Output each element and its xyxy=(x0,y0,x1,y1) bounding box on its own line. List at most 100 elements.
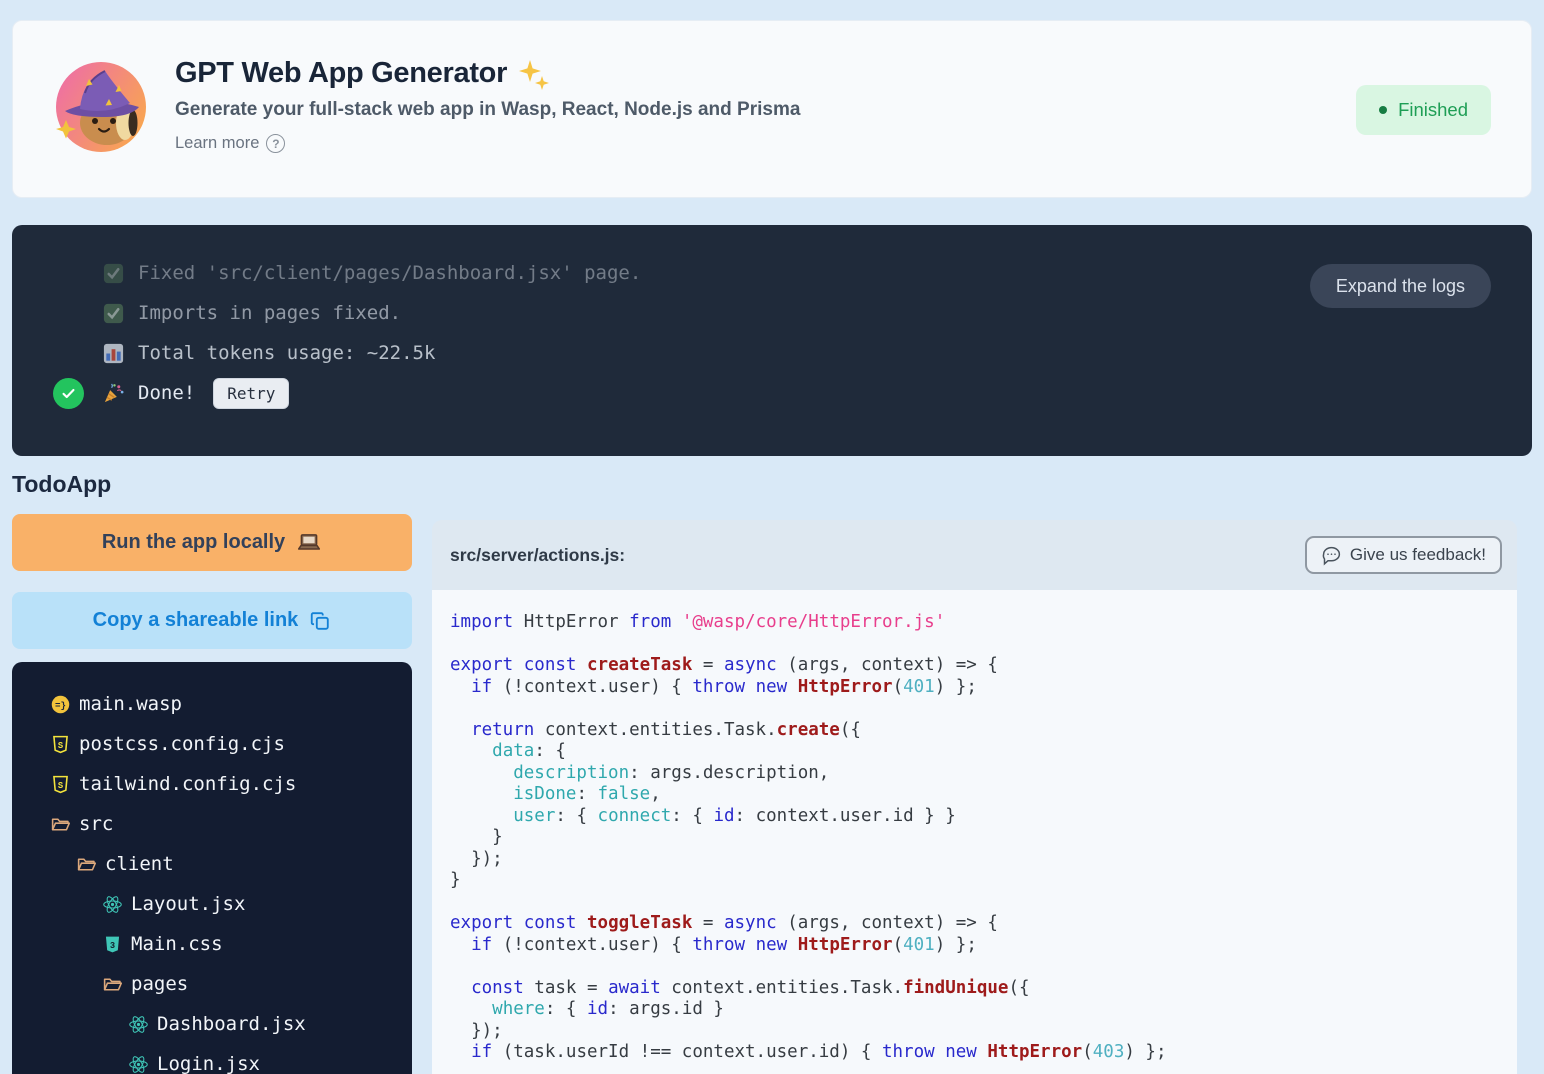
code-line xyxy=(450,956,1517,978)
header-text: GPT Web App Generator Generate your full… xyxy=(175,57,800,153)
svg-text:3: 3 xyxy=(109,941,114,951)
check-square-icon xyxy=(100,300,126,326)
check-square-icon xyxy=(100,260,126,286)
speech-bubble-icon xyxy=(1321,545,1342,566)
learn-more-label: Learn more xyxy=(175,134,259,153)
code-line: }); xyxy=(450,849,1517,871)
code-line: where: { id: args.id } xyxy=(450,999,1517,1021)
sparkles-icon xyxy=(517,58,549,90)
file-tree: =}main.waspSpostcss.config.cjsStailwind.… xyxy=(12,662,412,1074)
code-line: data: { xyxy=(450,741,1517,763)
run-app-locally-button[interactable]: Run the app locally xyxy=(12,514,412,571)
code-line: export const toggleTask = async (args, c… xyxy=(450,913,1517,935)
left-column: Run the app locally Copy a shareable lin… xyxy=(12,514,412,1074)
tree-item-login-jsx[interactable]: Login.jsx xyxy=(12,1044,412,1074)
log-line: Total tokens usage: ~22.5k xyxy=(53,333,1532,373)
tree-item-postcss-config-cjs[interactable]: Spostcss.config.cjs xyxy=(12,724,412,764)
tree-item-label: Layout.jsx xyxy=(131,893,245,915)
file-path-label: src/server/actions.js: xyxy=(450,545,625,566)
status-dot-icon xyxy=(1379,106,1387,114)
log-text: Done! xyxy=(138,382,195,404)
app-name: TodoApp xyxy=(12,471,1532,498)
code-line: user: { connect: { id: context.user.id }… xyxy=(450,806,1517,828)
code-line: }); xyxy=(450,1021,1517,1043)
wasp-mascot-logo xyxy=(53,59,149,155)
feedback-button[interactable]: Give us feedback! xyxy=(1305,536,1502,574)
code-line: isDone: false, xyxy=(450,784,1517,806)
party-popper-icon xyxy=(100,380,126,406)
code-line: export const createTask = async (args, c… xyxy=(450,655,1517,677)
react-icon xyxy=(126,1052,150,1074)
code-line: if (!context.user) { throw new HttpError… xyxy=(450,677,1517,699)
copy-shareable-link-label: Copy a shareable link xyxy=(93,609,299,632)
code-line xyxy=(450,698,1517,720)
status-badge: Finished xyxy=(1356,85,1491,135)
learn-more-link[interactable]: Learn more ? xyxy=(175,134,285,153)
page: GPT Web App Generator Generate your full… xyxy=(0,0,1544,1074)
status-badge-label: Finished xyxy=(1398,99,1468,121)
tree-item-label: Login.jsx xyxy=(157,1053,260,1074)
page-title: GPT Web App Generator xyxy=(175,57,507,90)
log-lines: Fixed 'src/client/pages/Dashboard.jsx' p… xyxy=(53,253,1532,413)
expand-logs-button[interactable]: Expand the logs xyxy=(1310,264,1491,308)
tree-item-label: src xyxy=(79,813,113,835)
log-line: Imports in pages fixed. xyxy=(53,293,1532,333)
log-text: Total tokens usage: ~22.5k xyxy=(138,342,435,364)
copy-icon xyxy=(309,610,331,632)
help-icon: ? xyxy=(266,134,285,153)
code-line xyxy=(450,892,1517,914)
svg-text:S: S xyxy=(57,741,62,751)
tree-item-label: client xyxy=(105,853,174,875)
tree-item-main-wasp[interactable]: =} main.wasp xyxy=(12,684,412,724)
code-line: if (task.userId !== context.user.id) { t… xyxy=(450,1042,1517,1064)
tree-item-label: Main.css xyxy=(131,933,223,955)
wasp-icon: =} xyxy=(48,692,72,716)
react-icon xyxy=(126,1012,150,1036)
success-check-icon xyxy=(53,378,84,409)
log-text: Fixed 'src/client/pages/Dashboard.jsx' p… xyxy=(138,262,641,284)
code-line: description: args.description, xyxy=(450,763,1517,785)
code-panel: src/server/actions.js: Give us feedback!… xyxy=(432,520,1517,1074)
tree-item-label: postcss.config.cjs xyxy=(79,733,285,755)
folder-icon xyxy=(100,972,124,996)
tree-item-pages[interactable]: pages xyxy=(12,964,412,1004)
code-line: } xyxy=(450,870,1517,892)
svg-text:=}: =} xyxy=(54,700,65,711)
react-icon xyxy=(100,892,124,916)
log-line-gutter xyxy=(53,378,100,409)
run-app-locally-label: Run the app locally xyxy=(102,531,285,554)
svg-text:S: S xyxy=(57,781,62,791)
code-line: return context.entities.Task.create({ xyxy=(450,720,1517,742)
cssfile-icon: 3 xyxy=(100,932,124,956)
jsfile-icon: S xyxy=(48,772,72,796)
code-line xyxy=(450,634,1517,656)
code-line: const task = await context.entities.Task… xyxy=(450,978,1517,1000)
tree-item-dashboard-jsx[interactable]: Dashboard.jsx xyxy=(12,1004,412,1044)
code-line: } xyxy=(450,827,1517,849)
tree-item-main-css[interactable]: 3 Main.css xyxy=(12,924,412,964)
laptop-icon xyxy=(296,530,322,556)
tree-item-tailwind-config-cjs[interactable]: Stailwind.config.cjs xyxy=(12,764,412,804)
log-line: Done! Retry xyxy=(53,373,1532,413)
copy-shareable-link-button[interactable]: Copy a shareable link xyxy=(12,592,412,649)
folder-icon xyxy=(74,852,98,876)
code-panel-header: src/server/actions.js: Give us feedback! xyxy=(432,520,1517,590)
tree-item-layout-jsx[interactable]: Layout.jsx xyxy=(12,884,412,924)
tree-item-label: Dashboard.jsx xyxy=(157,1013,306,1035)
retry-button[interactable]: Retry xyxy=(213,378,289,409)
page-subtitle: Generate your full-stack web app in Wasp… xyxy=(175,99,800,121)
code-line: if (!context.user) { throw new HttpError… xyxy=(450,935,1517,957)
code-content: import HttpError from '@wasp/core/HttpEr… xyxy=(432,590,1517,1074)
log-text: Imports in pages fixed. xyxy=(138,302,401,324)
bar-chart-icon xyxy=(100,340,126,366)
tree-item-client[interactable]: client xyxy=(12,844,412,884)
feedback-button-label: Give us feedback! xyxy=(1350,545,1486,565)
jsfile-icon: S xyxy=(48,732,72,756)
tree-item-label: main.wasp xyxy=(79,693,182,715)
tree-item-label: pages xyxy=(131,973,188,995)
tree-item-label: tailwind.config.cjs xyxy=(79,773,296,795)
folder-icon xyxy=(48,812,72,836)
main-columns: Run the app locally Copy a shareable lin… xyxy=(12,514,1532,1074)
tree-item-src[interactable]: src xyxy=(12,804,412,844)
log-panel: Fixed 'src/client/pages/Dashboard.jsx' p… xyxy=(12,225,1532,456)
